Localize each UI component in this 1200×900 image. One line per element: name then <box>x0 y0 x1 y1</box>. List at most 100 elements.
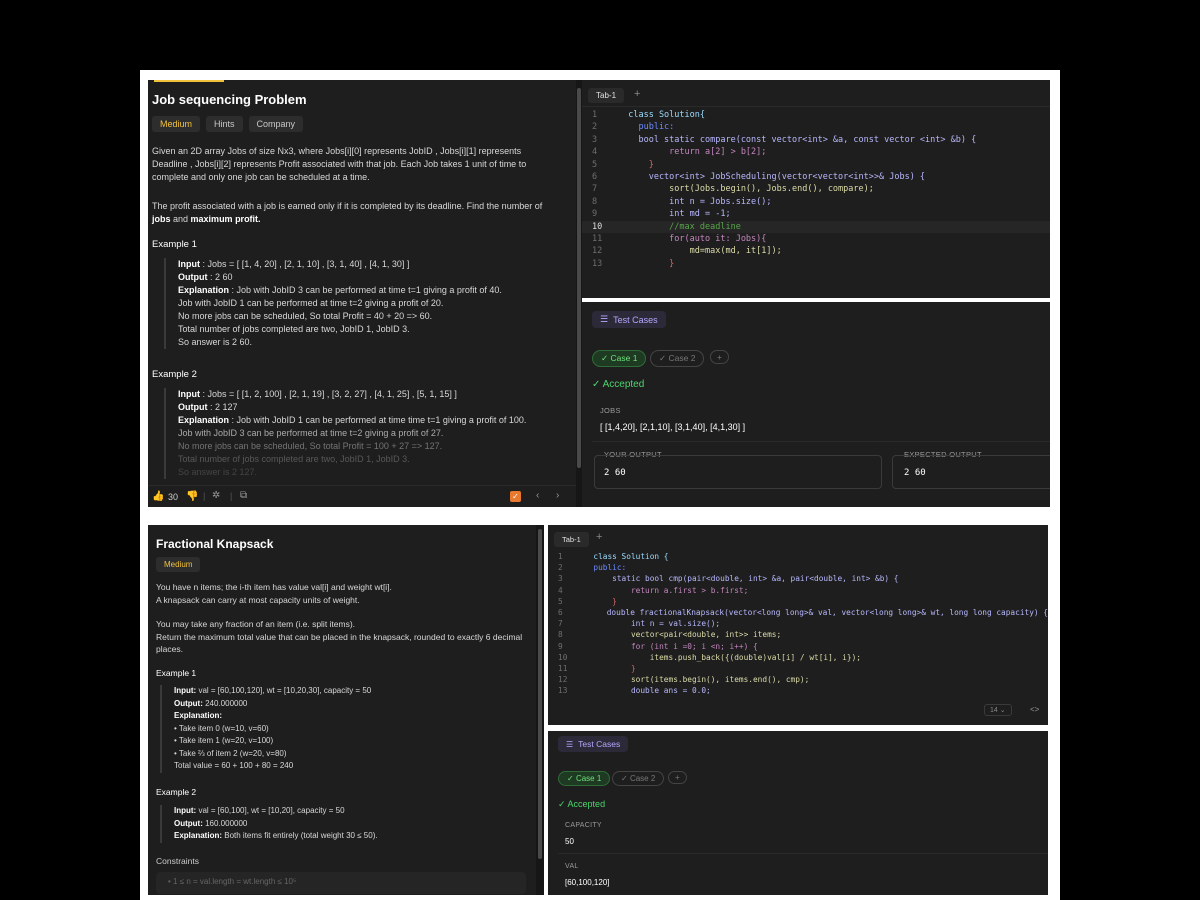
accepted-status: ✓ Accepted <box>592 379 645 390</box>
check-icon: ✓ <box>621 774 630 783</box>
share-icon[interactable]: ⧉ <box>240 490 247 501</box>
company-tag[interactable]: Company <box>248 116 304 132</box>
val-label: VAL <box>565 863 579 870</box>
example-2-input: Input : Jobs = [ [1, 2, 100] , [2, 1, 19… <box>178 389 457 399</box>
editor-tab[interactable]: Tab-1 <box>588 88 625 103</box>
difficulty-tag[interactable]: Medium <box>156 557 201 572</box>
example-1-output: Output : 2 60 <box>178 272 233 282</box>
code-line: 5 } <box>558 596 617 606</box>
font-size-select[interactable]: 14 ⌄ <box>984 704 1012 716</box>
check-icon: ✓ <box>592 379 603 390</box>
code-line: 4 return a.first > b.first; <box>558 585 749 595</box>
code-area[interactable]: 1 class Solution{ 2 public: 3 bool stati… <box>582 109 1050 270</box>
code-line: 1 class Solution{ <box>592 110 705 120</box>
footer-divider: | <box>230 491 233 501</box>
bug-report-icon[interactable]: ✲ <box>212 490 220 501</box>
thumbs-up-icon[interactable]: 👍 <box>152 491 164 502</box>
example-1-total: Total value = 60 + 100 + 80 = 240 <box>174 761 294 770</box>
example-2-block: Input : Jobs = [ [1, 2, 100] , [2, 1, 19… <box>164 388 564 479</box>
divider <box>558 853 1048 854</box>
add-case-button[interactable]: + <box>710 350 729 364</box>
val-value: [60,100,120] <box>565 878 610 887</box>
example-2-explanation: Explanation: Both items fit entirely (to… <box>174 831 378 840</box>
problem-description: You have n items; the i-th item has valu… <box>156 582 523 654</box>
editor-tabbar-divider <box>582 106 1050 107</box>
add-tab-button[interactable]: + <box>596 531 602 543</box>
example-1-output: Output: 240.000000 <box>174 698 248 708</box>
problem-title: Fractional Knapsack <box>156 537 274 551</box>
case-1-tab[interactable]: ✓ Case 1 <box>558 771 611 786</box>
code-area[interactable]: 1 class Solution { 2 public: 3 static bo… <box>548 551 1048 696</box>
code-nav-icon[interactable]: <> <box>1030 705 1039 714</box>
problem-title: Job sequencing Problem <box>152 92 307 107</box>
case-2-tab[interactable]: ✓ Case 2 <box>650 350 705 367</box>
code-editor-panel: Tab-1 + 1 class Solution{ 2 public: 3 bo… <box>582 80 1050 298</box>
example-2-title: Example 2 <box>152 369 197 380</box>
problem-description-2: The profit associated with a job is earn… <box>152 201 543 224</box>
capacity-label: CAPACITY <box>565 822 602 829</box>
example-2-line: Total number of jobs completed are two, … <box>178 454 410 464</box>
chevron-down-icon: ⌄ <box>999 707 1006 714</box>
your-output-value: 2 60 <box>604 468 626 478</box>
code-line: 8 int n = Jobs.size(); <box>592 196 772 207</box>
code-line: 12 sort(items.begin(), items.end(), cmp)… <box>558 675 810 685</box>
example-1-line: Job with JobID 1 can be performed at tim… <box>178 298 444 308</box>
prev-problem-icon[interactable]: ‹ <box>536 490 539 501</box>
example-2-line: Job with JobID 3 can be performed at tim… <box>178 428 444 438</box>
add-case-button[interactable]: + <box>668 771 687 784</box>
bookmark-icon[interactable]: ✓ <box>510 491 521 502</box>
test-cases-badge[interactable]: ☰ Test Cases <box>558 736 629 752</box>
vertical-splitter[interactable] <box>536 525 544 895</box>
problem-description: Given an 2D array Jobs of size Nx3, wher… <box>152 146 527 182</box>
check-icon: ✓ <box>558 799 568 809</box>
example-1-explanation: Explanation : Job with JobID 3 can be pe… <box>178 285 502 295</box>
code-line: 12 md=max(md, it[1]); <box>592 246 782 257</box>
next-problem-icon[interactable]: › <box>556 490 559 501</box>
scrollbar-thumb[interactable] <box>538 529 542 859</box>
hints-tag[interactable]: Hints <box>206 116 243 132</box>
example-2-block: Input: val = [60,100], wt = [10,20], cap… <box>160 805 530 843</box>
expected-output-value: 2 60 <box>904 468 926 478</box>
case-2-tab[interactable]: ✓ Case 2 <box>612 771 665 786</box>
code-line: 9 int md = -1; <box>592 209 731 220</box>
accepted-status: ✓ Accepted <box>558 799 606 809</box>
example-1-input: Input: val = [60,100,120], wt = [10,20,3… <box>174 686 372 695</box>
editor-tab[interactable]: Tab-1 <box>554 532 589 547</box>
case-1-tab[interactable]: ✓ Case 1 <box>592 350 647 367</box>
code-editor-panel: Tab-1 + 1 class Solution { 2 public: 3 s… <box>548 525 1048 725</box>
test-cases-badge[interactable]: ☰ Test Cases <box>592 311 666 328</box>
example-2-line: No more jobs can be scheduled, So total … <box>178 441 443 451</box>
code-line-active: 10 //max deadline <box>582 220 1050 233</box>
example-2-output: Output: 160.000000 <box>174 818 248 828</box>
example-2-title: Example 2 <box>156 787 197 797</box>
bullet-item: • Take item 1 (w=20, v=100) <box>174 736 274 745</box>
bullet-item: • Take ⅔ of item 2 (w=20, v=80) <box>174 748 287 758</box>
divider <box>592 441 1050 442</box>
example-1-line: Total number of jobs completed are two, … <box>178 324 410 334</box>
your-output-box <box>594 455 882 489</box>
test-cases-panel: ☰ Test Cases ✓ Case 1 ✓ Case 2 + ✓ Accep… <box>582 302 1050 507</box>
constraints-block: • 1 ≤ n = val.length = wt.length ≤ 10⁵ <box>156 872 526 894</box>
problem-panel: Fractional Knapsack Medium You have n it… <box>148 525 536 895</box>
constraint-item: • 1 ≤ n = val.length = wt.length ≤ 10⁵ <box>168 877 297 886</box>
active-tab-indicator <box>154 80 224 82</box>
example-1-title: Example 1 <box>156 668 197 678</box>
problem-panel: Job sequencing Problem Medium Hints Comp… <box>148 80 576 485</box>
thumbs-down-icon[interactable]: 👎 <box>186 491 198 502</box>
test-cases-panel: ☰ Test Cases ✓ Case 1 ✓ Case 2 + ✓ Accep… <box>548 731 1048 895</box>
code-line: 7 int n = val.size(); <box>558 619 721 629</box>
check-icon: ✓ <box>567 774 576 783</box>
constraints-title: Constraints <box>156 856 199 866</box>
add-tab-button[interactable]: + <box>634 88 640 100</box>
code-line: 9 for (int i =0; i <n; i++) { <box>558 641 758 651</box>
capacity-value: 50 <box>565 837 574 846</box>
code-line: 6 double fractionalKnapsack(vector<long … <box>558 607 1048 617</box>
scrollbar-thumb[interactable] <box>577 88 581 468</box>
code-line: 1 class Solution { <box>558 552 669 561</box>
test-cases-label: Test Cases <box>578 739 621 749</box>
code-line: 13 double ans = 0.0; <box>558 686 711 696</box>
code-line: 5 } <box>592 159 654 170</box>
code-line: 11 for(auto it: Jobs){ <box>592 233 767 244</box>
difficulty-tag[interactable]: Medium <box>152 116 201 132</box>
example-1-explanation: Explanation: <box>174 711 223 720</box>
